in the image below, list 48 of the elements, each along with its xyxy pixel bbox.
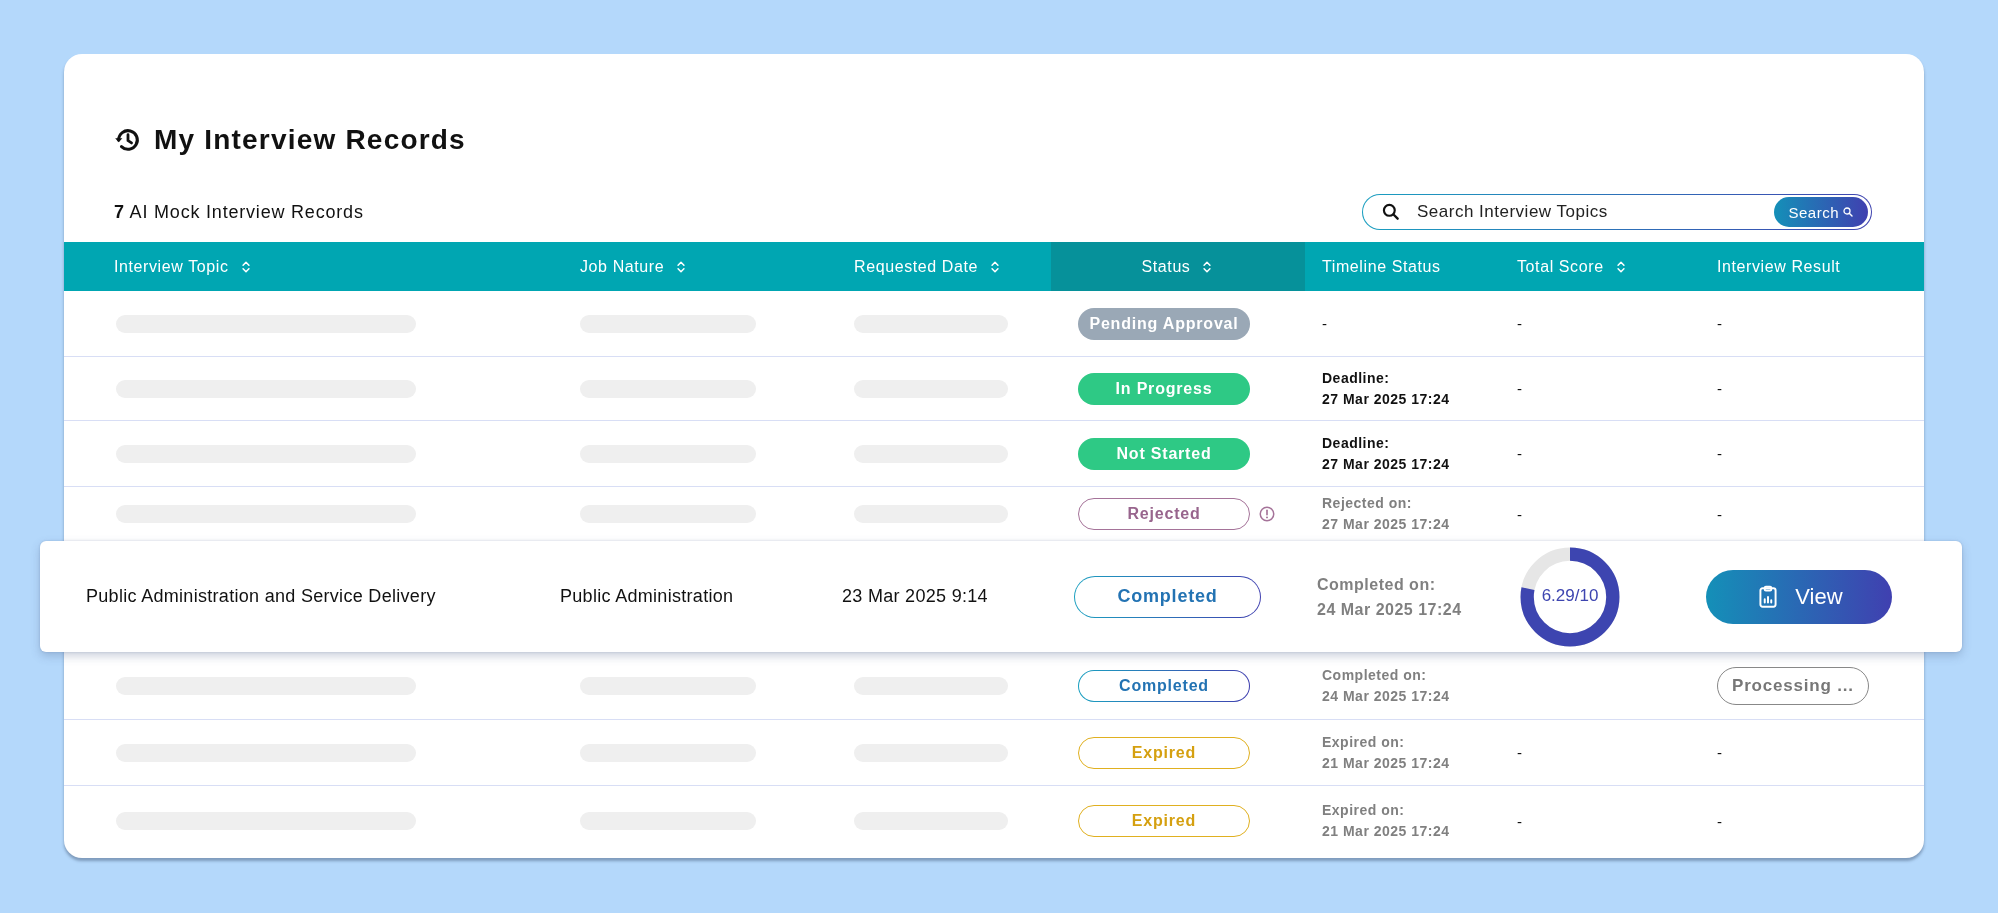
table-cell: 23 Mar 2025 9:14 (842, 586, 988, 607)
page-title: My Interview Records (154, 124, 466, 156)
status-badge: Pending Approval (1078, 307, 1250, 340)
column-header[interactable]: Requested Date (854, 242, 1051, 291)
table-cell: Public Administration and Service Delivery (86, 586, 436, 607)
timeline-text: - (1322, 315, 1327, 332)
score-value: 6.29/10 (1540, 585, 1600, 606)
status-badge: Expired (1078, 805, 1250, 837)
table-cell: - (1717, 445, 1722, 462)
table-cell: - (1517, 505, 1522, 523)
status-badge: Completed (1074, 575, 1261, 618)
column-header: Timeline Status (1321, 256, 1442, 277)
column-header[interactable]: Interview Topic (64, 242, 580, 291)
table-cell: - (1517, 744, 1522, 761)
timeline-text: Deadline: 27 Mar 2025 17:24 (1322, 368, 1450, 409)
column-header: Interview Result (1716, 256, 1842, 277)
column-header[interactable]: Status (1051, 242, 1305, 291)
table-cell: - (1517, 812, 1522, 830)
search-field[interactable]: Search Interview Topics Search (1362, 194, 1872, 230)
table-cell: - (1517, 445, 1522, 462)
table-cell: - (1717, 380, 1722, 397)
timeline-text: Expired on: 21 Mar 2025 17:24 (1322, 732, 1450, 773)
timeline-text: Rejected on: 27 Mar 2025 17:24 (1322, 494, 1450, 534)
status-badge: Rejected (1078, 498, 1250, 530)
status-badge: Completed (1078, 669, 1250, 702)
table-cell: Public Administration (560, 586, 734, 607)
table-cell: - (1517, 380, 1522, 397)
records-count: 7 AI Mock Interview Records (114, 201, 364, 223)
table-cell: - (1517, 315, 1522, 332)
status-badge: Expired (1078, 736, 1250, 769)
status-badge: In Progress (1078, 372, 1250, 405)
search-button[interactable]: Search (1774, 197, 1868, 227)
info-icon[interactable] (1258, 505, 1276, 523)
timeline-text: Expired on: 21 Mar 2025 17:24 (1322, 801, 1450, 841)
table-cell: - (1717, 744, 1722, 761)
table-cell: - (1717, 505, 1722, 523)
view-button[interactable]: View (1706, 569, 1892, 624)
column-header[interactable]: Total Score (1500, 242, 1700, 291)
table-cell: - (1717, 812, 1722, 830)
timeline-text: Completed on: 24 Mar 2025 17:24 (1317, 574, 1462, 620)
timeline-text: Completed on: 24 Mar 2025 17:24 (1322, 665, 1450, 706)
history-icon (114, 126, 142, 154)
timeline-text: Deadline: 27 Mar 2025 17:24 (1322, 433, 1450, 474)
search-icon (1381, 202, 1401, 222)
table-cell: - (1717, 315, 1722, 332)
status-badge: Not Started (1078, 437, 1250, 470)
column-header[interactable]: Job Nature (580, 242, 854, 291)
search-icon (1842, 206, 1854, 218)
